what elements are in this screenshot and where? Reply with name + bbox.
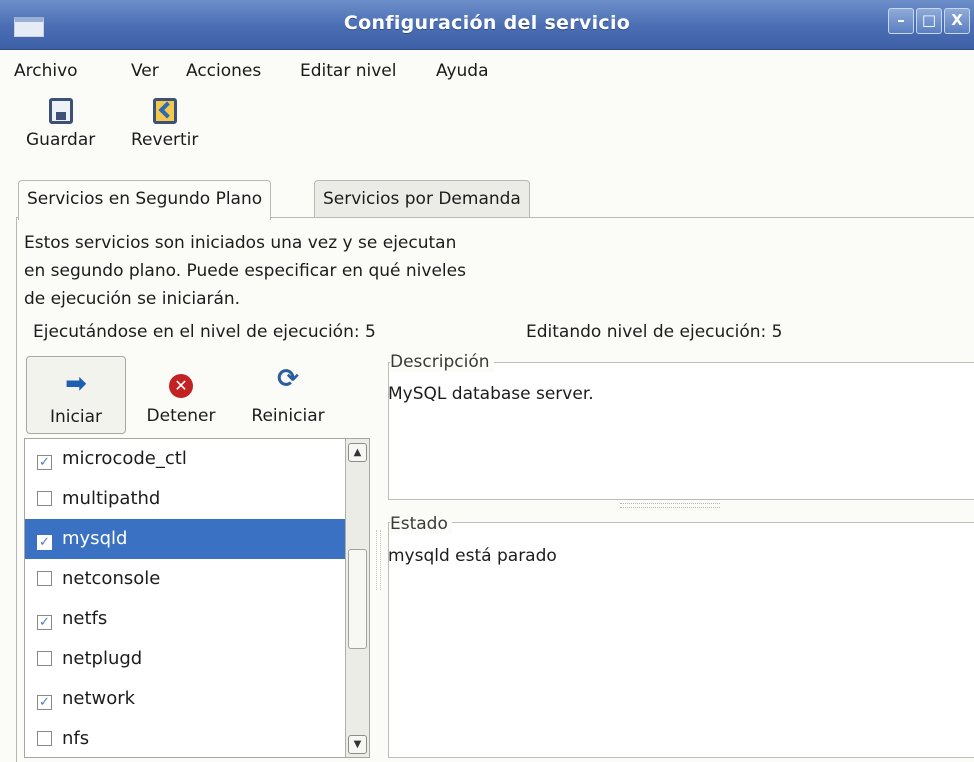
service-checkbox[interactable] <box>37 571 52 586</box>
list-scrollbar[interactable]: ▲ ▼ <box>345 439 369 757</box>
menu-archivo[interactable]: Archivo <box>14 61 78 81</box>
service-checkbox[interactable] <box>37 731 52 746</box>
start-label: Iniciar <box>50 407 102 427</box>
service-row[interactable]: netplugd <box>25 639 346 679</box>
service-checkbox[interactable] <box>37 491 52 506</box>
scroll-down-button[interactable]: ▼ <box>348 735 367 754</box>
stop-button[interactable]: ✕ Detener <box>136 356 226 434</box>
service-row[interactable]: netconsole <box>25 559 346 599</box>
service-row[interactable]: ✓ mysqld <box>25 519 346 559</box>
close-button[interactable]: X <box>944 8 970 34</box>
description-text: MySQL database server. <box>388 384 594 404</box>
revert-button[interactable]: Revertir <box>131 98 198 150</box>
service-name: netconsole <box>62 568 161 589</box>
save-label: Guardar <box>26 130 96 150</box>
scroll-thumb[interactable] <box>348 549 367 649</box>
stop-icon: ✕ <box>136 368 226 398</box>
menu-ayuda[interactable]: Ayuda <box>436 61 489 81</box>
services-description: Estos servicios son iniciados una vez y … <box>24 229 624 313</box>
pane-resize-handle[interactable] <box>376 530 381 590</box>
description-frame <box>388 362 974 500</box>
status-text: mysqld está parado <box>388 546 557 566</box>
tab-background-services[interactable]: Servicios en Segundo Plano <box>18 180 272 220</box>
service-checkbox[interactable]: ✓ <box>37 695 52 710</box>
window-title: Configuración del servicio <box>343 12 631 34</box>
editing-runlevel: Editando nivel de ejecución: 5 <box>526 322 783 342</box>
pane-splitter-handle[interactable] <box>620 503 720 508</box>
service-checkbox[interactable]: ✓ <box>37 535 52 550</box>
description-frame-label: Descripción <box>390 352 494 372</box>
menu-acciones[interactable]: Acciones <box>186 61 261 81</box>
title-bar: Configuración del servicio – □ X <box>0 0 974 50</box>
service-checkbox[interactable] <box>37 651 52 666</box>
service-name: network <box>62 688 136 709</box>
floppy-disk-icon <box>48 98 73 124</box>
tab-on-demand-services[interactable]: Servicios por Demanda <box>314 180 530 218</box>
service-name: netplugd <box>62 648 143 669</box>
service-name: nfs <box>62 728 90 749</box>
reload-icon: ⟳ <box>277 364 299 394</box>
revert-icon <box>152 98 177 124</box>
stop-label: Detener <box>146 406 216 426</box>
service-name: microcode_ctl <box>62 448 187 469</box>
start-button[interactable]: ➡ Iniciar <box>26 356 126 434</box>
restart-label: Reiniciar <box>251 406 325 426</box>
menu-editar-nivel[interactable]: Editar nivel <box>300 61 396 81</box>
service-name: multipathd <box>62 488 161 509</box>
status-frame-label: Estado <box>390 514 452 534</box>
running-runlevel: Ejecutándose en el nivel de ejecución: 5 <box>33 322 376 342</box>
restart-button[interactable]: ⟳ Reiniciar <box>238 356 338 434</box>
service-checkbox[interactable]: ✓ <box>37 455 52 470</box>
service-row[interactable]: ✓ microcode_ctl <box>25 439 346 479</box>
service-row[interactable]: nfs <box>25 719 346 757</box>
service-row[interactable]: multipathd <box>25 479 346 519</box>
service-checkbox[interactable]: ✓ <box>37 615 52 630</box>
minimize-button[interactable]: – <box>888 8 914 34</box>
save-button[interactable]: Guardar <box>26 98 95 150</box>
description-line: de ejecución se iniciarán. <box>24 289 241 309</box>
description-line: en segundo plano. Puede especificar en q… <box>24 261 466 281</box>
service-row[interactable]: ✓ network <box>25 679 346 719</box>
menu-bar: Archivo Ver Acciones Editar nivel Ayuda <box>0 50 974 90</box>
menu-ver[interactable]: Ver <box>131 61 159 81</box>
service-name: mysqld <box>62 528 128 549</box>
service-row[interactable]: ✓ netfs <box>25 599 346 639</box>
services-list[interactable]: ✓ microcode_ctl multipathd ✓ mysqld netconsol… <box>24 438 370 758</box>
scroll-up-button[interactable]: ▲ <box>348 443 367 462</box>
service-name: netfs <box>62 608 108 629</box>
right-arrow-icon: ➡ <box>65 369 87 399</box>
description-line: Estos servicios son iniciados una vez y … <box>24 233 457 253</box>
maximize-button[interactable]: □ <box>916 8 942 34</box>
revert-label: Revertir <box>131 130 199 150</box>
